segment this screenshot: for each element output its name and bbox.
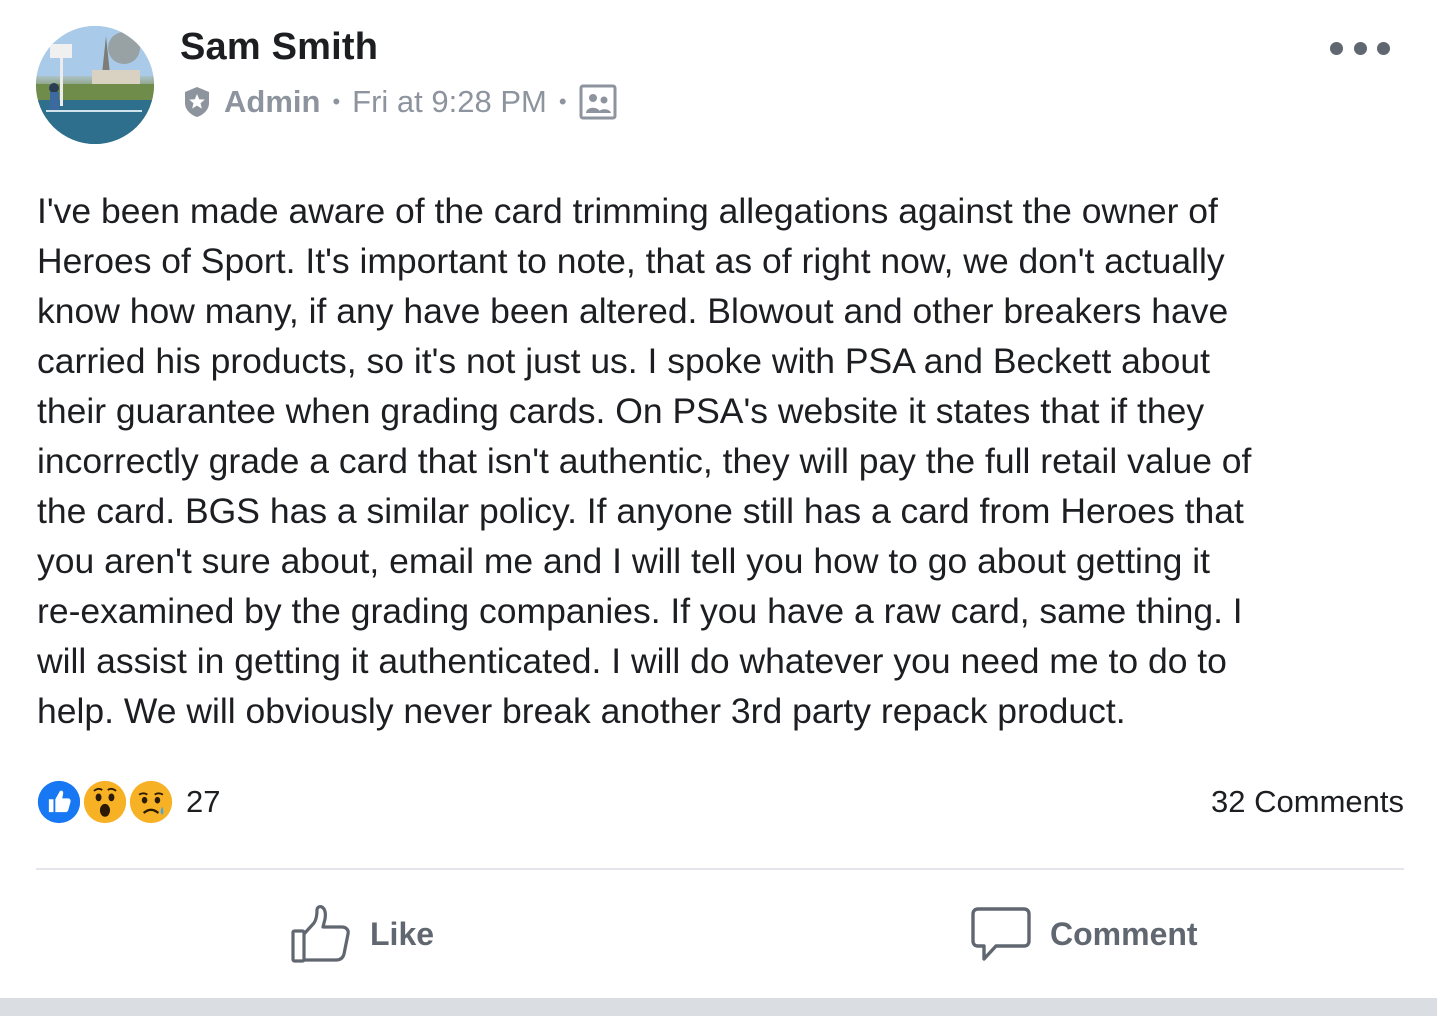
more-options-button[interactable]	[1330, 34, 1390, 62]
more-dots-icon	[1330, 41, 1343, 55]
author-name[interactable]: Sam Smith	[180, 26, 378, 69]
action-divider	[36, 868, 1404, 870]
sad-reaction-icon	[126, 777, 176, 827]
group-members-icon	[579, 84, 617, 120]
post-timestamp[interactable]: Fri at 9:28 PM	[352, 84, 547, 120]
wow-reaction-icon	[80, 777, 130, 827]
comments-count-link[interactable]: 32 Comments	[1211, 784, 1404, 820]
comment-bubble-icon	[971, 907, 1031, 961]
comment-label: Comment	[1050, 915, 1198, 952]
more-dots-icon	[1377, 41, 1390, 55]
thumbs-up-icon	[291, 905, 350, 963]
separator-dot: •	[558, 89, 567, 114]
author-role: Admin	[224, 84, 321, 119]
more-dots-icon	[1353, 41, 1367, 55]
reactions-summary[interactable]: 27	[34, 776, 220, 828]
separator-dot: •	[332, 89, 341, 114]
like-reaction-icon	[34, 777, 84, 827]
like-button[interactable]: Like	[290, 902, 434, 966]
author-avatar[interactable]	[36, 26, 154, 144]
post-meta: Admin • Fri at 9:28 PM •	[180, 82, 617, 122]
post-body: I've been made aware of the card trimmin…	[37, 191, 1252, 731]
reaction-count: 27	[186, 784, 221, 819]
feed-separator	[0, 998, 1437, 1016]
comment-button[interactable]: Comment	[970, 902, 1198, 966]
admin-badge-icon	[185, 87, 209, 117]
like-label: Like	[370, 915, 435, 952]
avatar-photo	[36, 26, 154, 144]
